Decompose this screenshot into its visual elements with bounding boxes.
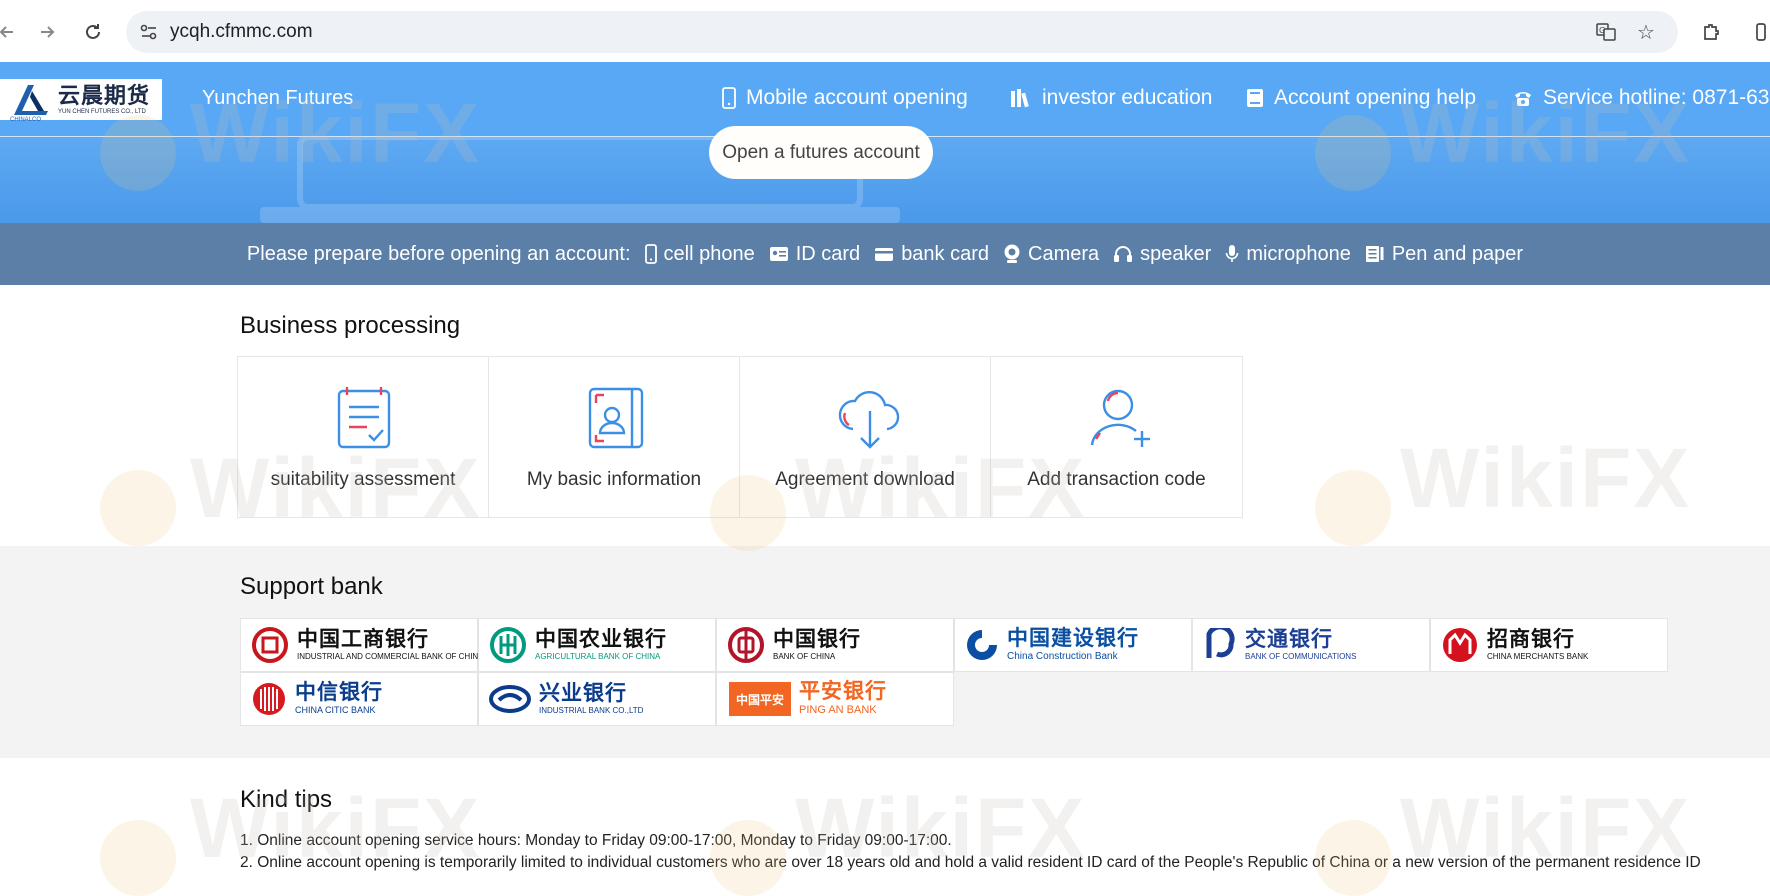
bank-cmb[interactable]: 招商银行 CHINA MERCHANTS BANK xyxy=(1430,618,1668,672)
watermark-logo-icon xyxy=(100,820,176,896)
extensions-icon[interactable] xyxy=(1696,17,1726,47)
reload-icon[interactable] xyxy=(78,17,108,47)
chinalco-logo-icon xyxy=(14,84,48,115)
logo-chinalco-caption: CHINALCO xyxy=(10,117,42,123)
bank-icbc[interactable]: 中国工商银行 INDUSTRIAL AND COMMERCIAL BANK OF … xyxy=(240,618,484,672)
prep-item-microphone: microphone xyxy=(1225,243,1351,266)
open-futures-account-button[interactable]: Open a futures account xyxy=(709,126,933,179)
biz-card-suitability-assessment[interactable]: suitability assessment xyxy=(238,357,489,517)
cmb-logo-icon xyxy=(1443,628,1477,662)
prep-item-bank-card: bank card xyxy=(874,243,989,266)
preparation-lead: Please prepare before opening an account… xyxy=(246,242,631,265)
profile-icon[interactable] xyxy=(1746,17,1770,47)
prep-item-cell-phone: cell phone xyxy=(644,243,755,266)
prep-item-pen-and-paper: Pen and paper xyxy=(1365,243,1523,266)
business-section-title: Business processing xyxy=(240,312,461,339)
bank-pingan[interactable]: 中国平安 平安银行 PING AN BANK xyxy=(716,672,954,726)
nav-label: Mobile account opening xyxy=(746,86,968,109)
site-settings-icon[interactable] xyxy=(138,21,160,43)
translate-icon[interactable]: G xyxy=(1594,20,1618,44)
logo-chinese-name: 云晨期货 xyxy=(58,82,151,108)
nav-investor-education[interactable]: investor education xyxy=(1010,86,1212,110)
prep-item-speaker: speaker xyxy=(1113,243,1211,266)
camera-icon xyxy=(1004,244,1020,263)
notebook-icon xyxy=(1365,246,1384,262)
bank-ccb[interactable]: 中国建设银行 China Construction Bank xyxy=(954,618,1192,672)
brand-name[interactable]: Yunchen Futures xyxy=(202,87,353,110)
books-icon xyxy=(1011,89,1029,108)
logo-english-name: YUN CHEN FUTURES CO., LTD xyxy=(58,108,146,115)
cloud-download-icon xyxy=(838,390,900,449)
biz-card-add-transaction-code[interactable]: Add transaction code xyxy=(991,357,1242,517)
bank-card-icon xyxy=(875,248,894,261)
headphones-icon xyxy=(1114,246,1133,262)
bank-section-title: Support bank xyxy=(240,573,383,600)
nav-service-hotline[interactable]: Service hotline: 0871-631 xyxy=(1513,86,1770,110)
ccb-logo-icon xyxy=(967,630,997,660)
biz-card-label: suitability assessment xyxy=(270,469,456,490)
book-icon xyxy=(1247,89,1263,107)
nav-account-opening-help[interactable]: Account opening help xyxy=(1246,86,1476,110)
bank-citic[interactable]: 中信银行 CHINA CITIC BANK xyxy=(240,672,478,726)
prep-item-camera: Camera xyxy=(1003,243,1099,266)
boc-logo-icon xyxy=(728,627,764,663)
abc-logo-icon xyxy=(490,627,526,663)
tip-line-2: 2. Online account opening is temporarily… xyxy=(240,854,1701,871)
preparation-bar: Please prepare before opening an account… xyxy=(0,223,1770,285)
bank-abc[interactable]: 中国农业银行 AGRICULTURAL BANK OF CHINA xyxy=(478,618,716,672)
tips-section-title: Kind tips xyxy=(240,786,333,813)
phone-icon xyxy=(1515,92,1531,106)
nav-label: Account opening help xyxy=(1274,86,1476,109)
watermark-logo-icon xyxy=(100,470,176,546)
site-logo[interactable]: 云晨期货 YUN CHEN FUTURES CO., LTD xyxy=(0,79,162,120)
bank-boc[interactable]: 中国银行 BANK OF CHINA xyxy=(716,618,954,672)
biz-card-agreement-download[interactable]: Agreement download xyxy=(740,357,991,517)
checklist-icon xyxy=(337,387,391,449)
biz-card-label: Add transaction code xyxy=(1027,469,1206,490)
nav-mobile-account-opening[interactable]: Mobile account opening xyxy=(722,86,968,110)
back-arrow-icon[interactable] xyxy=(0,17,22,47)
contact-book-icon xyxy=(588,387,644,449)
browser-toolbar: ycqh.cfmmc.com G ☆ xyxy=(0,0,1770,63)
bocom-logo-icon xyxy=(1206,628,1235,658)
prep-item-id-card: ID card xyxy=(769,243,860,266)
add-user-icon xyxy=(1090,389,1150,447)
microphone-icon xyxy=(1226,245,1239,262)
citic-logo-icon xyxy=(253,683,285,715)
tip-line-1: 1. Online account opening service hours:… xyxy=(240,832,952,849)
mobile-icon xyxy=(722,87,736,109)
nav-label: Service hotline: 0871-631 xyxy=(1543,86,1770,109)
forward-arrow-icon[interactable] xyxy=(32,17,62,47)
bookmark-star-icon[interactable]: ☆ xyxy=(1634,20,1658,44)
biz-card-my-basic-information[interactable]: My basic information xyxy=(489,357,740,517)
address-bar[interactable]: ycqh.cfmmc.com G ☆ xyxy=(126,11,1678,53)
url-text[interactable]: ycqh.cfmmc.com xyxy=(170,21,313,43)
watermark-logo-icon xyxy=(1315,470,1391,546)
cib-logo-icon xyxy=(489,685,531,713)
icbc-logo-icon xyxy=(252,627,288,663)
svg-text:G: G xyxy=(1599,26,1605,35)
nav-label: investor education xyxy=(1042,86,1213,109)
business-grid: suitability assessment My basic informat… xyxy=(237,356,1243,518)
id-card-icon xyxy=(769,247,788,261)
watermark-text: WikiFX xyxy=(1400,431,1692,525)
biz-card-label: My basic information xyxy=(526,469,702,490)
bank-cib[interactable]: 兴业银行 INDUSTRIAL BANK CO.,LTD xyxy=(478,672,716,726)
pingan-logo-icon: 中国平安 xyxy=(729,682,791,716)
bank-bocom[interactable]: 交通银行 BANK OF COMMUNICATIONS xyxy=(1192,618,1430,672)
biz-card-label: Agreement download xyxy=(775,469,955,490)
mobile-icon xyxy=(644,244,657,264)
